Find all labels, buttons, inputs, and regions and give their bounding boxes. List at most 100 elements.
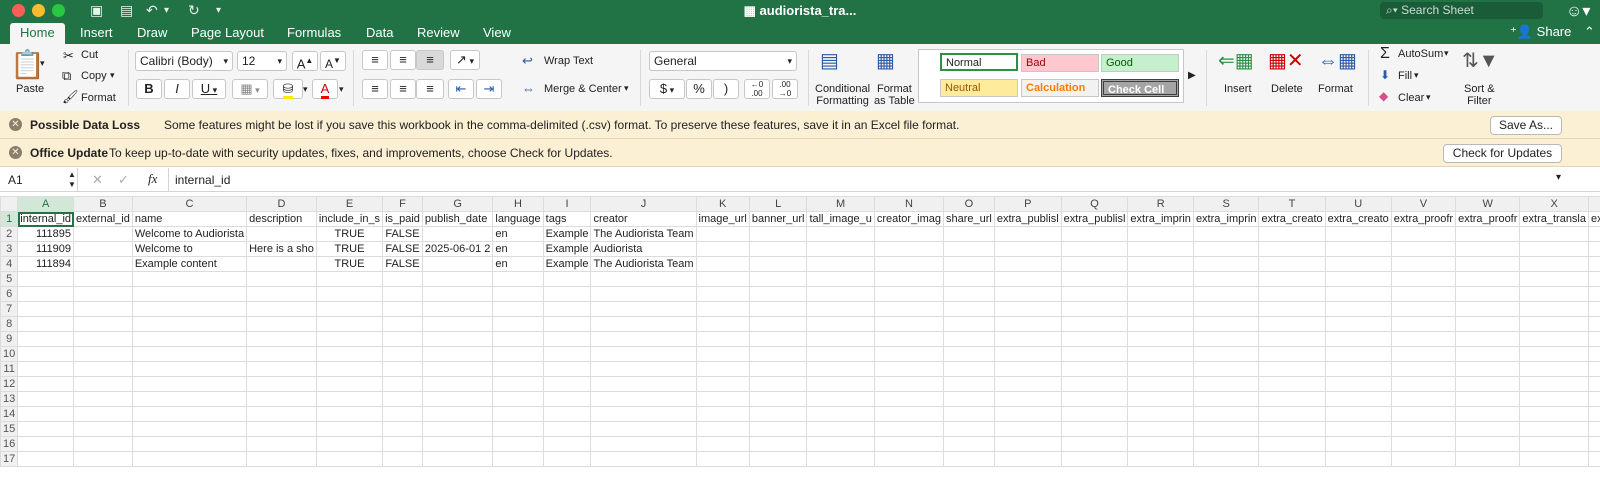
cell-y17[interactable] [1588, 451, 1600, 467]
cell-h8[interactable] [492, 316, 544, 332]
cell-b1[interactable]: external_id [73, 211, 133, 227]
column-header-i[interactable]: I [542, 196, 592, 212]
cell-s13[interactable] [1192, 391, 1260, 407]
cell-o3[interactable] [943, 241, 995, 257]
cell-m1[interactable]: tall_image_u [806, 211, 875, 227]
copy-dropdown-icon[interactable]: ▾ [110, 70, 115, 81]
cell-t15[interactable] [1258, 421, 1326, 437]
select-all-corner[interactable] [0, 196, 19, 212]
cell-o15[interactable] [943, 421, 995, 437]
cell-a13[interactable] [17, 391, 75, 407]
cell-n1[interactable]: creator_imag [873, 211, 945, 227]
cell-k10[interactable] [695, 346, 750, 362]
cell-i17[interactable] [542, 451, 592, 467]
paste-dropdown-icon[interactable]: ▾ [40, 58, 45, 69]
style-good[interactable]: Good [1101, 54, 1179, 72]
cell-y9[interactable] [1588, 331, 1600, 347]
cell-p17[interactable] [993, 451, 1062, 467]
cell-q9[interactable] [1060, 331, 1129, 347]
cell-u5[interactable] [1324, 271, 1392, 287]
italic-button[interactable]: I [164, 79, 190, 99]
cell-x9[interactable] [1519, 331, 1589, 347]
cell-f7[interactable] [382, 301, 423, 317]
cell-k14[interactable] [695, 406, 750, 422]
formula-input[interactable]: internal_id [175, 173, 230, 187]
cell-w9[interactable] [1455, 331, 1521, 347]
cell-v7[interactable] [1390, 301, 1457, 317]
cell-i14[interactable] [542, 406, 592, 422]
cell-k8[interactable] [695, 316, 750, 332]
cell-s16[interactable] [1192, 436, 1260, 452]
cell-u10[interactable] [1324, 346, 1392, 362]
save-as-button[interactable]: Save As... [1490, 116, 1562, 135]
cell-x4[interactable] [1519, 256, 1589, 272]
cell-s4[interactable] [1192, 256, 1260, 272]
cancel-icon[interactable]: ✕ [92, 172, 103, 188]
cell-a3[interactable]: 111909 [17, 241, 75, 257]
column-header-l[interactable]: L [748, 196, 808, 212]
cell-s15[interactable] [1192, 421, 1260, 437]
cell-x10[interactable] [1519, 346, 1589, 362]
cell-h11[interactable] [492, 361, 544, 377]
row-header[interactable]: 12 [0, 376, 19, 392]
increase-font-size-button[interactable]: A▲ [292, 51, 318, 71]
cell-q15[interactable] [1060, 421, 1129, 437]
insert-function-button[interactable]: fx [148, 171, 157, 187]
cell-v12[interactable] [1390, 376, 1457, 392]
cell-o17[interactable] [943, 451, 995, 467]
cell-v15[interactable] [1390, 421, 1457, 437]
style-normal[interactable]: Normal [940, 53, 1018, 71]
expand-formula-icon[interactable]: ▾ [1556, 172, 1561, 183]
cell-f1[interactable]: is_paid [382, 211, 423, 227]
cell-g10[interactable] [421, 346, 494, 362]
cell-p2[interactable] [993, 226, 1062, 242]
cell-j6[interactable] [590, 286, 697, 302]
cell-q1[interactable]: extra_publisl [1060, 211, 1129, 227]
cell-b15[interactable] [73, 421, 133, 437]
cell-c8[interactable] [131, 316, 248, 332]
cell-f9[interactable] [382, 331, 423, 347]
cell-v16[interactable] [1390, 436, 1457, 452]
style-check-cell[interactable]: Check Cell [1101, 79, 1179, 97]
cell-q17[interactable] [1060, 451, 1129, 467]
cell-u15[interactable] [1324, 421, 1392, 437]
cell-j13[interactable] [590, 391, 697, 407]
cell-h12[interactable] [492, 376, 544, 392]
cell-l11[interactable] [748, 361, 808, 377]
tab-insert[interactable]: Insert [80, 25, 113, 40]
column-header-u[interactable]: U [1324, 196, 1392, 212]
cell-w1[interactable]: extra_proofr [1455, 211, 1521, 227]
cell-a4[interactable]: 111894 [17, 256, 75, 272]
cell-o8[interactable] [943, 316, 995, 332]
comma-style-button[interactable]: ) [713, 79, 739, 99]
cell-u4[interactable] [1324, 256, 1392, 272]
cell-n6[interactable] [873, 286, 945, 302]
cell-l12[interactable] [748, 376, 808, 392]
cell-r14[interactable] [1127, 406, 1194, 422]
cell-r13[interactable] [1127, 391, 1194, 407]
cell-m12[interactable] [806, 376, 875, 392]
cell-g7[interactable] [421, 301, 494, 317]
autosum-button[interactable]: AutoSum [1398, 48, 1443, 60]
cell-u2[interactable] [1324, 226, 1392, 242]
cell-b5[interactable] [73, 271, 133, 287]
cell-s12[interactable] [1192, 376, 1260, 392]
font-size-select[interactable]: 12 ▾ [237, 51, 287, 71]
cell-m16[interactable] [806, 436, 875, 452]
currency-button[interactable]: $ ▾ [649, 79, 685, 99]
cell-w4[interactable] [1455, 256, 1521, 272]
row-header[interactable]: 3 [0, 241, 19, 257]
name-box[interactable]: A1 ▲ ▼ [0, 168, 78, 192]
cell-q8[interactable] [1060, 316, 1129, 332]
cell-f4[interactable]: FALSE [382, 256, 423, 272]
cell-t9[interactable] [1258, 331, 1326, 347]
cell-b12[interactable] [73, 376, 133, 392]
cell-k15[interactable] [695, 421, 750, 437]
cell-f8[interactable] [382, 316, 423, 332]
column-header-r[interactable]: R [1127, 196, 1194, 212]
row-header[interactable]: 11 [0, 361, 19, 377]
cell-p7[interactable] [993, 301, 1062, 317]
cell-h3[interactable]: en [492, 241, 544, 257]
cell-r5[interactable] [1127, 271, 1194, 287]
cell-l8[interactable] [748, 316, 808, 332]
